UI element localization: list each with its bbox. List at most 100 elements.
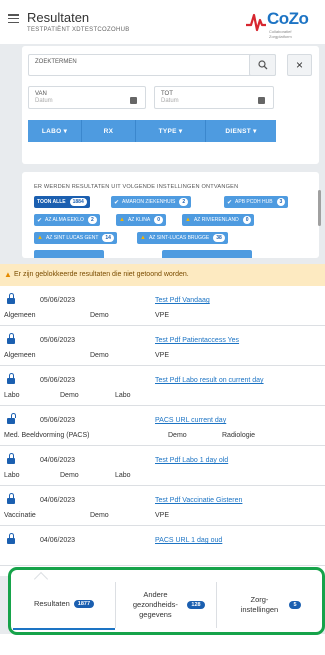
clear-button[interactable]: × [287,54,312,76]
warning-icon: ▲ [140,235,146,241]
calendar-icon[interactable] [130,97,137,104]
institution-chip[interactable]: ✔ APB PCDH HUB 3 [224,196,289,208]
logo-text: CoZo [267,9,309,28]
lock-icon [7,373,15,384]
tab-zorginstellingen[interactable]: Zorg-instellingen 5 [217,580,317,630]
show-all-label: TOON ALLE [37,199,66,205]
result-row[interactable]: 05/06/2023 PACS URL current day Med. Bee… [0,406,325,446]
institution-count: 0 [154,216,163,224]
blocked-results-warning: ▲ Er zijn geblokkeerde resultaten die ni… [0,264,325,286]
result-category: Vaccinatie [4,512,36,519]
result-title-link[interactable]: Test Pdf Labo result on current day [155,377,264,384]
institutions-scrollbar[interactable] [318,190,321,226]
result-title-link[interactable]: Test Pdf Labo 1 day old [155,457,228,464]
result-row[interactable]: 04/06/2023 Test Pdf Vaccinatie Gisteren … [0,486,325,526]
page-title: Resultaten [27,10,90,25]
institution-chip[interactable] [34,250,104,258]
institution-chip[interactable]: ✔ AZ ALMA EEKLO 2 [34,214,100,226]
result-title-link[interactable]: Test Pdf Vaccinatie Gisteren [155,497,242,504]
lock-icon [7,333,15,344]
result-source: Demo [60,392,79,399]
tab-label: Andere gezondheids-gegevens [132,590,178,619]
result-category: Algemeen [4,352,36,359]
institution-chip[interactable]: ▲ AZ SINT-LUCAS BRUGGE 38 [137,232,228,244]
institution-chip[interactable] [162,250,252,258]
institution-name: AMARON ZIEKENHUIS [122,199,176,205]
show-all-count: 1884 [69,198,87,206]
institution-chip[interactable]: ✔ AMARON ZIEKENHUIS 2 [111,196,192,208]
tab-andere-gegevens[interactable]: Andere gezondheids-gegevens 128 [116,580,216,630]
warning-icon: ▲ [119,217,125,223]
result-date: 05/06/2023 [40,377,76,384]
heartbeat-icon [246,13,266,32]
results-list: 05/06/2023 Test Pdf Vandaag Algemeen Dem… [0,286,325,576]
institution-name: AZ KLINA [127,217,151,223]
to-label: TOT [161,91,173,97]
logo-subtext: Collaboratief Zorgplatform [269,29,292,39]
result-row[interactable]: 05/06/2023 Test Pdf Patientaccess Yes Al… [0,326,325,366]
institution-chip[interactable]: ▲ AZ RIVIERENLAND 0 [182,214,255,226]
keywords-label: ZOEKTERMEN [35,59,77,65]
to-placeholder: Datum [161,98,179,104]
warning-text: Er zijn geblokkeerde resultaten die niet… [14,271,189,278]
from-placeholder: Datum [35,98,53,104]
result-row[interactable]: 04/06/2023 PACS URL 1 dag oud [0,526,325,566]
result-title-link[interactable]: PACS URL current day [155,417,226,424]
from-label: VAN [35,91,47,97]
check-icon: ✔ [227,199,233,206]
search-panel: ZOEKTERMEN i × VAN Datum TOT Datum [22,46,319,164]
result-row[interactable]: 05/06/2023 Test Pdf Vandaag Algemeen Dem… [0,286,325,326]
result-title-link[interactable]: Test Pdf Patientaccess Yes [155,337,239,344]
search-keywords-field[interactable]: ZOEKTERMEN i [28,54,276,76]
filter-labo-button[interactable]: LABO ▾ [28,120,82,142]
result-title-link[interactable]: PACS URL 1 dag oud [155,537,222,544]
date-from-field[interactable]: VAN Datum [28,86,146,109]
result-row[interactable]: 05/06/2023 Test Pdf Labo result on curre… [0,366,325,406]
institution-count: 3 [276,198,286,206]
filter-rx-button[interactable]: RX [82,120,136,142]
menu-icon[interactable] [8,14,19,23]
patient-name: TESTPATIËNT XDTESTCOZOHUB [27,27,130,33]
calendar-icon[interactable] [258,97,265,104]
institution-count: 2 [87,216,97,224]
result-department: VPE [155,512,170,519]
tab-label: Resultaten [33,599,70,609]
result-source: Demo [90,512,109,519]
institutions-title: ER WERDEN RESULTATEN UIT VOLGENDE INSTEL… [34,184,239,190]
lock-icon [7,293,15,304]
app-header: Resultaten TESTPATIËNT XDTESTCOZOHUB CoZ… [0,0,325,44]
date-to-field[interactable]: TOT Datum [154,86,274,109]
filter-type-button[interactable]: TYPE ▾ [136,120,206,142]
close-icon: × [295,58,303,72]
filter-dienst-button[interactable]: DIENST ▾ [206,120,276,142]
search-icon [257,60,267,70]
search-button[interactable] [249,54,276,76]
show-all-chip[interactable]: TOON ALLE 1884 [34,196,90,208]
institution-chip[interactable]: ▲ AZ KLINA 0 [116,214,166,226]
lock-icon [7,453,15,464]
lock-icon [7,493,15,504]
result-date: 05/06/2023 [40,297,76,304]
tab-count-badge: 5 [289,601,301,609]
check-icon: ✔ [37,217,43,224]
result-date: 04/06/2023 [40,537,76,544]
result-category: Labo [4,392,20,399]
institution-name: AZ RIVIERENLAND [193,217,239,223]
institution-name: AZ SINT-LUCAS BRUGGE [148,235,210,241]
result-title-link[interactable]: Test Pdf Vandaag [155,297,210,304]
result-category: Algemeen [4,312,36,319]
result-department: VPE [155,312,170,319]
result-date: 05/06/2023 [40,337,76,344]
result-date: 04/06/2023 [40,457,76,464]
result-category: Labo [4,472,20,479]
warning-icon: ▲ [37,235,43,241]
institution-chip[interactable]: ▲ AZ SINT LUCAS GENT 14 [34,232,117,244]
result-source: Demo [60,472,79,479]
institution-count: 14 [102,234,114,242]
result-department: Labo [115,392,131,399]
institution-name: AZ ALMA EEKLO [45,217,84,223]
tab-count-badge: 1877 [73,600,95,608]
result-row[interactable]: 04/06/2023 Test Pdf Labo 1 day old Labo … [0,446,325,486]
lock-icon [7,533,15,544]
tab-resultaten[interactable]: Resultaten 1877 [13,580,115,630]
